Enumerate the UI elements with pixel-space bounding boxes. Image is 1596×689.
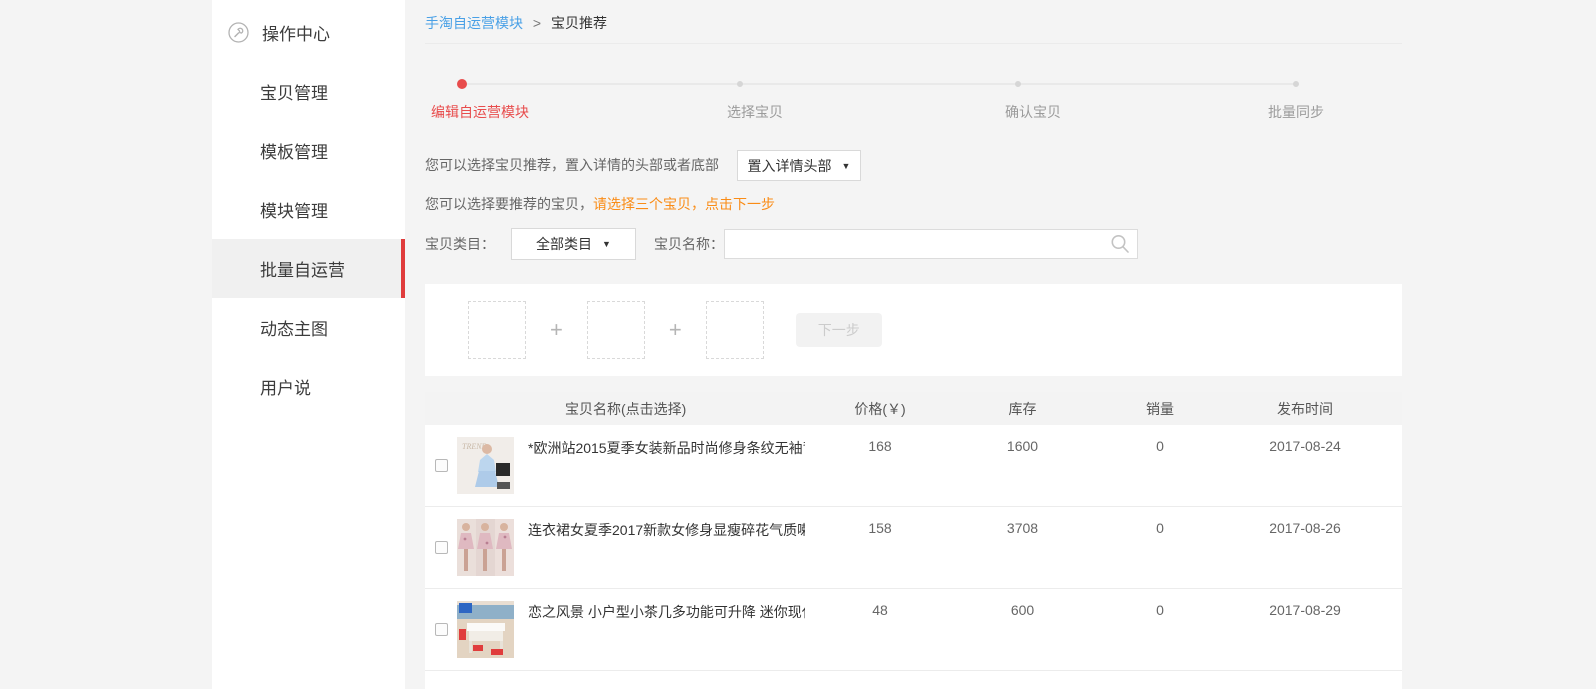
selection-panel: + + 下一步 (425, 284, 1402, 376)
product-title[interactable]: *欧洲站2015夏季女装新品时尚修身条纹无袖背 (528, 425, 805, 506)
item-slot-1[interactable] (468, 301, 526, 359)
product-sales: 0 (1090, 507, 1230, 588)
product-thumbnail-coffee-table[interactable] (457, 601, 514, 658)
stepper: 编辑自运营模块 选择宝贝 确认宝贝 批量同步 (425, 44, 1402, 136)
row-checkbox[interactable] (435, 623, 448, 636)
step-label-1: 编辑自运营模块 (431, 102, 529, 122)
item-name-label: 宝贝名称： (654, 234, 724, 254)
header-checkbox-spacer (425, 392, 457, 425)
row-checkbox[interactable] (435, 541, 448, 554)
category-select[interactable]: 全部类目 ▼ (511, 228, 636, 260)
sidebar-item-label: 批量自运营 (260, 256, 345, 281)
header-sales: 销量 (1090, 392, 1230, 425)
sidebar-item-label: 模板管理 (260, 138, 328, 163)
table-row[interactable]: TREND *欧洲站2015夏季女装新品时尚修身条纹无袖背 168 1600 0… (425, 425, 1402, 507)
step-label-4: 批量同步 (1268, 102, 1324, 122)
product-stock: 600 (955, 589, 1090, 670)
sidebar: 操作中心 宝贝管理 模板管理 模块管理 批量自运营 动态主图 用户说 (212, 0, 405, 689)
step-dot-4 (1293, 81, 1299, 87)
sidebar-item-template-manage[interactable]: 模板管理 (212, 121, 405, 180)
product-sales: 0 (1090, 589, 1230, 670)
header-price: 价格(￥) (805, 392, 955, 425)
product-thumbnail-blue-dress[interactable]: TREND (457, 437, 514, 494)
breadcrumb: 手淘自运营模块 > 宝贝推荐 (425, 0, 1402, 44)
product-price: 158 (805, 507, 955, 588)
breadcrumb-separator: > (533, 15, 541, 31)
wrench-circle-icon (228, 22, 249, 43)
header-image-spacer (457, 392, 528, 425)
sidebar-item-label: 模块管理 (260, 197, 328, 222)
breadcrumb-link[interactable]: 手淘自运营模块 (425, 15, 523, 31)
sidebar-item-label: 用户说 (260, 374, 311, 399)
table-next-row-partial (425, 671, 1402, 689)
item-slot-3[interactable] (706, 301, 764, 359)
product-title[interactable]: 恋之风景 小户型小茶几多功能可升降 迷你现代 (528, 589, 805, 670)
sidebar-item-batch-operation[interactable]: 批量自运营 (212, 239, 405, 298)
sidebar-item-dynamic-main-image[interactable]: 动态主图 (212, 298, 405, 357)
product-date: 2017-08-29 (1230, 589, 1380, 670)
product-title[interactable]: 连衣裙女夏季2017新款女修身显瘦碎花气质喇 (528, 507, 805, 588)
step-dot-2 (737, 81, 743, 87)
sidebar-item-label: 宝贝管理 (260, 79, 328, 104)
product-sales: 0 (1090, 425, 1230, 506)
product-stock: 1600 (955, 425, 1090, 506)
row-checkbox[interactable] (435, 459, 448, 472)
intro-line-1: 您可以选择宝贝推荐，置入详情的头部或者底部 置入详情头部 ▼ (425, 150, 1402, 182)
header-item-name: 宝贝名称(点击选择) (528, 392, 805, 425)
header-stock: 库存 (955, 392, 1090, 425)
item-name-search (724, 229, 1138, 259)
stepper-track (462, 83, 1296, 85)
item-name-input[interactable] (724, 229, 1138, 259)
insert-position-value: 置入详情头部 (748, 156, 832, 176)
table-row[interactable]: 恋之风景 小户型小茶几多功能可升降 迷你现代 48 600 0 2017-08-… (425, 589, 1402, 671)
plus-icon: + (669, 317, 682, 343)
product-date: 2017-08-26 (1230, 507, 1380, 588)
product-stock: 3708 (955, 507, 1090, 588)
table-row[interactable]: 连衣裙女夏季2017新款女修身显瘦碎花气质喇 158 3708 0 2017-0… (425, 507, 1402, 589)
insert-position-select[interactable]: 置入详情头部 ▼ (737, 150, 861, 181)
sidebar-item-user-say[interactable]: 用户说 (212, 357, 405, 416)
step-label-3: 确认宝贝 (1005, 102, 1061, 122)
search-icon[interactable] (1109, 233, 1131, 260)
sidebar-item-module-manage[interactable]: 模块管理 (212, 180, 405, 239)
header-publish-date: 发布时间 (1230, 392, 1380, 425)
chevron-down-icon: ▼ (602, 239, 611, 249)
intro-line-1-text: 您可以选择宝贝推荐，置入详情的头部或者底部 (425, 157, 719, 173)
step-label-2: 选择宝贝 (727, 102, 783, 122)
products-table: 宝贝名称(点击选择) 价格(￥) 库存 销量 发布时间 TREND *欧洲站2 (425, 392, 1402, 689)
sidebar-item-label: 操作中心 (262, 20, 330, 45)
intro-line-2-prefix: 您可以选择要推荐的宝贝， (425, 196, 593, 212)
step-dot-1 (457, 79, 467, 89)
sidebar-item-operation-center[interactable]: 操作中心 (212, 3, 405, 62)
sidebar-item-label: 动态主图 (260, 315, 328, 340)
intro-line-2-highlight: 请选择三个宝贝，点击下一步 (593, 196, 775, 212)
category-label: 宝贝类目： (425, 234, 495, 254)
table-header-row: 宝贝名称(点击选择) 价格(￥) 库存 销量 发布时间 (425, 392, 1402, 425)
next-step-button[interactable]: 下一步 (796, 313, 882, 347)
product-price: 168 (805, 425, 955, 506)
breadcrumb-current: 宝贝推荐 (551, 15, 607, 31)
product-price: 48 (805, 589, 955, 670)
category-select-value: 全部类目 (536, 234, 592, 254)
step-dot-3 (1015, 81, 1021, 87)
chevron-down-icon: ▼ (842, 161, 851, 171)
product-date: 2017-08-24 (1230, 425, 1380, 506)
plus-icon: + (550, 317, 563, 343)
sidebar-item-item-manage[interactable]: 宝贝管理 (212, 62, 405, 121)
product-thumbnail-floral-dress[interactable] (457, 519, 514, 576)
intro-line-2: 您可以选择要推荐的宝贝，请选择三个宝贝，点击下一步 (425, 194, 775, 214)
main-content: 手淘自运营模块 > 宝贝推荐 编辑自运营模块 选择宝贝 确认宝贝 批量同步 您可… (425, 0, 1402, 689)
item-slot-2[interactable] (587, 301, 645, 359)
filter-bar: 宝贝类目： 全部类目 ▼ 宝贝名称： (425, 228, 1402, 260)
